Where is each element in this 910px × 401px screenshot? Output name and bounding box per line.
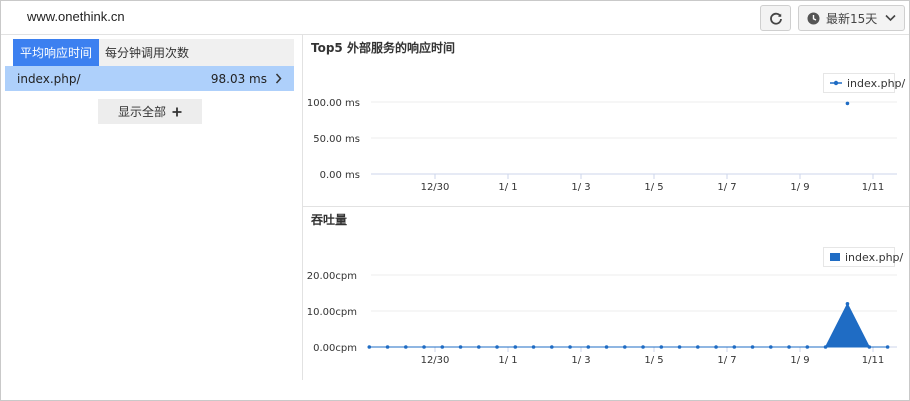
data-point [696, 345, 700, 349]
x-tick-label: 1/ 3 [571, 355, 590, 366]
y-tick-label: 20.00cpm [307, 271, 357, 282]
data-point [845, 101, 850, 106]
x-tick-label: 1/ 7 [717, 355, 736, 366]
site-title: www.onethink.cn [27, 9, 125, 24]
metrics-list-panel: 平均响应时间 每分钟调用次数 index.php/ 98.03 ms 显示全部 [1, 35, 301, 380]
data-point [714, 345, 718, 349]
date-range-dropdown[interactable]: 最新15天 [798, 5, 905, 31]
chart-legend[interactable]: index.php/ [823, 247, 903, 267]
throughput-plot: 0.00cpm 10.00cpm 20.00cpm 12/30 1/ 1 1/ 3 1/ 5… [307, 271, 897, 366]
response-time-chart: Top5 外部服务的响应时间 0.00 ms 50.00 ms 100.00 ms 1… [303, 35, 909, 207]
data-point [623, 345, 627, 349]
data-point [385, 345, 390, 349]
x-tick-label: 1/ 1 [498, 355, 517, 366]
x-tick-label: 1/ 9 [790, 182, 809, 193]
data-point [677, 345, 682, 349]
plus-icon [172, 107, 182, 116]
data-point [422, 345, 426, 349]
metric-tabs: 平均响应时间 每分钟调用次数 [13, 39, 294, 66]
legend-area-marker [830, 253, 840, 261]
x-tick-label: 1/11 [862, 182, 884, 193]
chart-legend[interactable]: index.php/ [823, 73, 905, 93]
x-tick-label: 1/ 3 [571, 182, 590, 193]
data-point [750, 345, 755, 349]
data-point [531, 345, 536, 349]
response-time-plot: 0.00 ms 50.00 ms 100.00 ms 12/30 1/ 1 1/ 3 1/ … [307, 98, 897, 193]
y-tick-label: 50.00 ms [313, 134, 360, 145]
tab-label: 每分钟调用次数 [105, 46, 190, 60]
x-tick-label: 12/30 [421, 355, 450, 366]
data-point [641, 345, 645, 349]
x-tick-label: 1/ 1 [498, 182, 517, 193]
y-tick-label: 100.00 ms [307, 98, 360, 109]
show-all-button[interactable]: 显示全部 [98, 99, 202, 124]
x-tick-label: 1/ 7 [717, 182, 736, 193]
y-tick-label: 10.00cpm [307, 307, 357, 318]
data-point [404, 345, 408, 349]
tab-calls-per-minute[interactable]: 每分钟调用次数 [98, 39, 196, 66]
chevron-down-icon [885, 14, 896, 22]
data-point [885, 345, 890, 349]
data-point [477, 345, 481, 349]
tab-label: 平均响应时间 [20, 46, 93, 60]
clock-icon [807, 12, 820, 24]
legend-label: index.php/ [845, 250, 904, 264]
data-point [550, 345, 554, 349]
app-window: www.onethink.cn 最新15天 平均响应时间 每分钟调用次数 ind… [0, 0, 910, 401]
x-tick-label: 1/ 5 [644, 182, 663, 193]
refresh-icon [769, 12, 782, 25]
y-tick-label: 0.00cpm [313, 343, 357, 354]
data-point [787, 345, 791, 349]
data-point [367, 345, 372, 349]
data-point [867, 345, 872, 349]
x-tick-label: 1/ 9 [790, 355, 809, 366]
data-point [823, 345, 828, 349]
list-item[interactable]: index.php/ 98.03 ms [5, 66, 294, 91]
series-area [369, 302, 888, 348]
y-tick-label: 0.00 ms [320, 170, 360, 181]
show-all-label: 显示全部 [117, 105, 166, 119]
list-item-value: 98.03 ms [210, 71, 267, 86]
data-point [458, 345, 463, 349]
chevron-right-icon [275, 73, 282, 84]
x-tick-label: 1/11 [862, 355, 884, 366]
data-point [769, 345, 773, 349]
legend-label: index.php/ [847, 76, 906, 90]
top-bar: www.onethink.cn 最新15天 [1, 1, 909, 35]
date-range-label: 最新15天 [826, 11, 878, 26]
data-point [845, 302, 850, 306]
data-point [805, 345, 810, 349]
data-point [659, 345, 664, 349]
data-point [513, 345, 518, 349]
x-tick-label: 12/30 [421, 182, 450, 193]
data-point [440, 345, 445, 349]
data-point [604, 345, 609, 349]
legend-line-marker [830, 80, 842, 86]
data-point [568, 345, 572, 349]
refresh-button[interactable] [760, 5, 791, 31]
data-point [586, 345, 591, 349]
tab-avg-response-time[interactable]: 平均响应时间 [13, 39, 100, 66]
data-point [495, 345, 499, 349]
throughput-chart: 吞吐量 0.00cpm 10.00cpm 20.00cpm 12/30 1/ 1 1/ 3… [303, 207, 909, 380]
x-tick-label: 1/ 5 [644, 355, 663, 366]
list-item-name: index.php/ [17, 71, 81, 86]
data-point [732, 345, 737, 349]
